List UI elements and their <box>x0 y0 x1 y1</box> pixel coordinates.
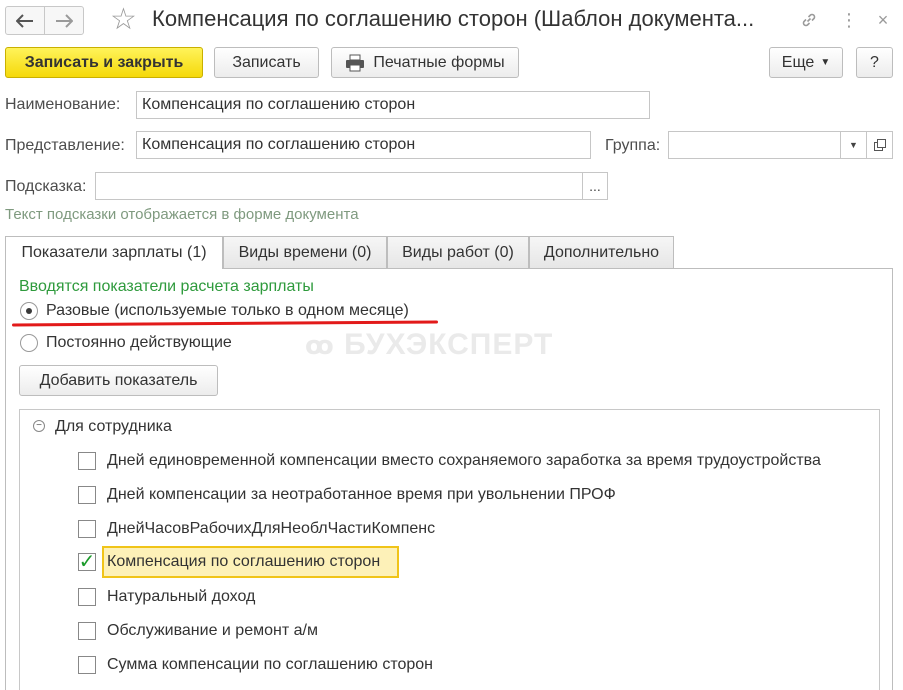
arrow-left-icon <box>16 13 33 28</box>
list-item: ДнейЧасовРабочихДляНеоблЧастиКомпенс <box>107 520 436 537</box>
hint-note: Текст подсказки отображается в форме док… <box>5 206 359 223</box>
link-icon[interactable] <box>796 8 822 32</box>
group-dropdown-button[interactable]: ▼ <box>840 131 867 159</box>
tab-salary-indicators[interactable]: Показатели зарплаты (1) <box>5 236 223 269</box>
save-button[interactable]: Записать <box>214 47 319 78</box>
radio-one-time[interactable] <box>20 302 38 320</box>
name-label: Наименование: <box>5 96 121 113</box>
list-item: Дней компенсации за неотработанное время… <box>107 486 616 503</box>
more-label: Еще <box>781 53 815 71</box>
tab-work-types[interactable]: Виды работ (0) <box>387 236 529 268</box>
tab-time-types[interactable]: Виды времени (0) <box>223 236 387 268</box>
name-input[interactable]: Компенсация по соглашению сторон <box>136 91 650 119</box>
more-button[interactable]: Еще ▼ <box>769 47 843 78</box>
forward-button[interactable] <box>44 6 84 35</box>
printer-icon <box>346 54 365 71</box>
chevron-down-icon: ▼ <box>849 140 858 150</box>
radio-permanent[interactable] <box>20 334 38 352</box>
watermark-logo-icon: ꝏ <box>305 330 335 360</box>
window-title: Компенсация по соглашению сторон (Шаблон… <box>152 6 755 31</box>
list-item: Сумма компенсации по соглашению сторон <box>107 656 434 673</box>
arrow-right-icon <box>56 13 73 28</box>
close-icon[interactable]: × <box>870 8 896 32</box>
checkbox-item-4[interactable] <box>78 588 96 606</box>
collapse-icon[interactable]: − <box>33 420 45 432</box>
checkbox-item-6[interactable] <box>78 656 96 674</box>
tree-group-label[interactable]: Для сотрудника <box>55 418 172 436</box>
save-and-close-button[interactable]: Записать и закрыть <box>5 47 203 78</box>
add-indicator-button[interactable]: Добавить показатель <box>19 365 218 396</box>
tab-additional[interactable]: Дополнительно <box>529 236 674 268</box>
list-item: Обслуживание и ремонт а/м <box>107 622 318 639</box>
checkmark-icon: ✓ <box>78 551 96 573</box>
representation-input[interactable]: Компенсация по соглашению сторон <box>136 131 591 159</box>
radio-permanent-label[interactable]: Постоянно действующие <box>46 334 232 352</box>
watermark-text: БУХЭКСПЕРТ <box>344 328 554 361</box>
chevron-down-icon: ▼ <box>820 57 831 68</box>
print-forms-label: Печатные формы <box>373 53 505 71</box>
indicators-caption: Вводятся показатели расчета зарплаты <box>19 278 314 295</box>
radio-one-time-label[interactable]: Разовые (используемые только в одном мес… <box>46 302 409 320</box>
print-forms-button[interactable]: Печатные формы <box>331 47 519 78</box>
representation-label: Представление: <box>5 137 125 154</box>
favorite-star-icon[interactable]: ☆ <box>110 2 137 38</box>
group-input[interactable] <box>668 131 841 159</box>
checkbox-item-2[interactable] <box>78 520 96 538</box>
group-label: Группа: <box>605 137 661 154</box>
list-item: Компенсация по соглашению сторон <box>107 553 381 570</box>
checkbox-item-1[interactable] <box>78 486 96 504</box>
help-button[interactable]: ? <box>856 47 893 78</box>
checkbox-item-3[interactable]: ✓ <box>78 551 96 573</box>
checkbox-item-5[interactable] <box>78 622 96 640</box>
watermark: ꝏ БУХЭКСПЕРТ <box>305 328 553 362</box>
hint-label: Подсказка: <box>5 178 87 195</box>
checkbox-item-0[interactable] <box>78 452 96 470</box>
radio-selected-dot <box>26 308 32 314</box>
list-item: Дней единовременной компенсации вместо с… <box>107 452 821 469</box>
more-vertical-icon[interactable]: ⋮ <box>836 8 862 32</box>
group-open-button[interactable] <box>866 131 893 159</box>
hint-select-button[interactable]: ... <box>582 172 608 200</box>
list-item: Натуральный доход <box>107 588 256 605</box>
hint-input[interactable] <box>95 172 583 200</box>
back-button[interactable] <box>5 6 45 35</box>
open-window-icon <box>873 139 886 151</box>
